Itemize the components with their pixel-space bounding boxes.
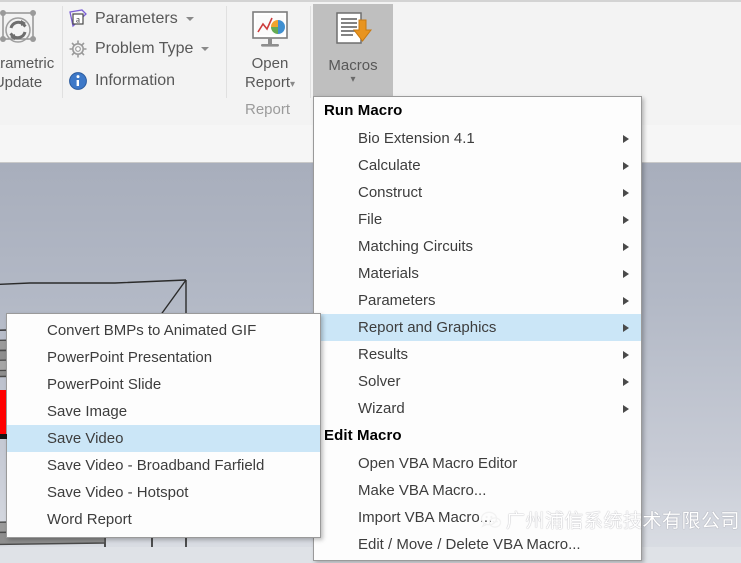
ribbon-group-separator (62, 6, 63, 98)
open-report-label-line1: Open (251, 55, 289, 72)
problem-type-label: Problem Type (95, 40, 194, 57)
menu-item-materials[interactable]: Materials (314, 260, 641, 287)
run-macro-header: Run Macro (324, 102, 403, 119)
submenu-item-label: Save Video - Hotspot (47, 484, 189, 501)
edit-macro-header: Edit Macro (324, 427, 402, 444)
macros-button[interactable]: Macros ▾ (313, 4, 393, 96)
problem-type-gear-icon (68, 39, 88, 59)
submenu-arrow-icon (623, 296, 629, 305)
submenu-item-label: PowerPoint Slide (47, 376, 162, 393)
submenu-item-label: PowerPoint Presentation (47, 349, 213, 366)
menu-item-label: Solver (358, 373, 401, 390)
menu-item-edit-move-delete-vba-macro[interactable]: Edit / Move / Delete VBA Macro... (314, 531, 641, 558)
submenu-item-label: Word Report (47, 511, 132, 528)
submenu-arrow-icon (623, 404, 629, 413)
menu-item-label: Report and Graphics (358, 319, 497, 336)
menu-item-solver[interactable]: Solver (314, 368, 641, 395)
submenu-item-label: Save Video (47, 430, 124, 447)
submenu-item-save-video-hotspot[interactable]: Save Video - Hotspot (7, 479, 320, 506)
parametric-update-label-line1: Parametric (0, 55, 55, 72)
parameters-button[interactable]: a Parameters (68, 6, 194, 32)
menu-item-report-and-graphics[interactable]: Report and Graphics (314, 314, 641, 341)
report-group-label: Report (245, 101, 291, 118)
chevron-down-icon[interactable]: ▾ (350, 75, 355, 85)
macros-icon (329, 8, 377, 56)
submenu-arrow-icon (623, 377, 629, 386)
menu-item-construct[interactable]: Construct (314, 179, 641, 206)
submenu-arrow-icon (623, 134, 629, 143)
submenu-arrow-icon (623, 350, 629, 359)
submenu-item-save-video[interactable]: Save Video (7, 425, 320, 452)
information-button[interactable]: Information (68, 68, 175, 94)
menu-item-label: Calculate (358, 157, 421, 174)
menu-item-label: Wizard (358, 400, 405, 417)
menu-item-label: Edit / Move / Delete VBA Macro... (358, 536, 581, 553)
parameters-icon: a (68, 9, 88, 29)
submenu-item-label: Save Image (47, 403, 128, 420)
viewport-dark-marker (0, 434, 7, 439)
menu-item-parameters[interactable]: Parameters (314, 287, 641, 314)
submenu-arrow-icon (623, 269, 629, 278)
submenu-item-powerpoint-slide[interactable]: PowerPoint Slide (7, 371, 320, 398)
open-report-label-text: Report (244, 74, 290, 91)
macros-dropdown-menu: Run Macro Bio Extension 4.1 Calculate Co… (313, 96, 642, 561)
submenu-item-label: Convert BMPs to Animated GIF (47, 322, 257, 339)
parametric-update-button[interactable]: Parametric Update (0, 6, 57, 92)
menu-item-matching-circuits[interactable]: Matching Circuits (314, 233, 641, 260)
submenu-item-label: Save Video - Broadband Farfield (47, 457, 265, 474)
submenu-item-convert-bmps-to-animated-gif[interactable]: Convert BMPs to Animated GIF (7, 317, 320, 344)
menu-item-label: Make VBA Macro... (358, 482, 487, 499)
information-icon (68, 71, 88, 91)
chevron-down-icon[interactable]: ▾ (290, 79, 295, 90)
submenu-item-word-report[interactable]: Word Report (7, 506, 320, 533)
open-report-button[interactable]: Open Report▾ (233, 6, 307, 94)
submenu-item-save-image[interactable]: Save Image (7, 398, 320, 425)
menu-item-label: Results (358, 346, 409, 363)
parametric-update-label-line2: Update (0, 74, 43, 91)
submenu-arrow-icon (623, 188, 629, 197)
macros-label: Macros (328, 57, 378, 74)
submenu-arrow-icon (623, 242, 629, 251)
menu-item-make-vba-macro[interactable]: Make VBA Macro... (314, 477, 641, 504)
menu-item-wizard[interactable]: Wizard (314, 395, 641, 422)
submenu-arrow-icon (623, 323, 629, 332)
ribbon-group-separator (310, 6, 311, 98)
chevron-down-icon[interactable] (185, 17, 194, 21)
parameters-label: Parameters (95, 10, 178, 27)
menu-item-calculate[interactable]: Calculate (314, 152, 641, 179)
menu-item-label: File (358, 211, 383, 228)
application-window: Parametric Update a Parameters (0, 0, 741, 563)
chevron-down-icon[interactable] (201, 47, 210, 51)
menu-item-label: Open VBA Macro Editor (358, 455, 518, 472)
menu-item-label: Import VBA Macro... (358, 509, 493, 526)
menu-item-file[interactable]: File (314, 206, 641, 233)
menu-item-open-vba-macro-editor[interactable]: Open VBA Macro Editor (314, 450, 641, 477)
viewport-red-marker (0, 390, 6, 434)
menu-item-label: Matching Circuits (358, 238, 474, 255)
submenu-arrow-icon (623, 215, 629, 224)
svg-text:a: a (76, 15, 80, 25)
open-report-label-line2: Report▾ (245, 73, 295, 94)
problem-type-button[interactable]: Problem Type (68, 36, 210, 62)
menu-item-label: Construct (358, 184, 423, 201)
menu-item-import-vba-macro[interactable]: Import VBA Macro... (314, 504, 641, 531)
report-and-graphics-submenu: Convert BMPs to Animated GIF PowerPoint … (6, 313, 321, 538)
information-label: Information (95, 72, 176, 89)
menu-item-results[interactable]: Results (314, 341, 641, 368)
menu-item-label: Bio Extension 4.1 (358, 130, 475, 147)
submenu-item-save-video-broadband-farfield[interactable]: Save Video - Broadband Farfield (7, 452, 320, 479)
menu-item-label: Materials (358, 265, 419, 282)
menu-item-bio-extension[interactable]: Bio Extension 4.1 (314, 125, 641, 152)
menu-item-label: Parameters (358, 292, 436, 309)
ribbon-top-edge (0, 0, 741, 2)
parametric-update-icon (0, 6, 42, 54)
ribbon-group-separator (226, 6, 227, 98)
submenu-item-powerpoint-presentation[interactable]: PowerPoint Presentation (7, 344, 320, 371)
submenu-arrow-icon (623, 161, 629, 170)
open-report-icon (246, 6, 294, 54)
